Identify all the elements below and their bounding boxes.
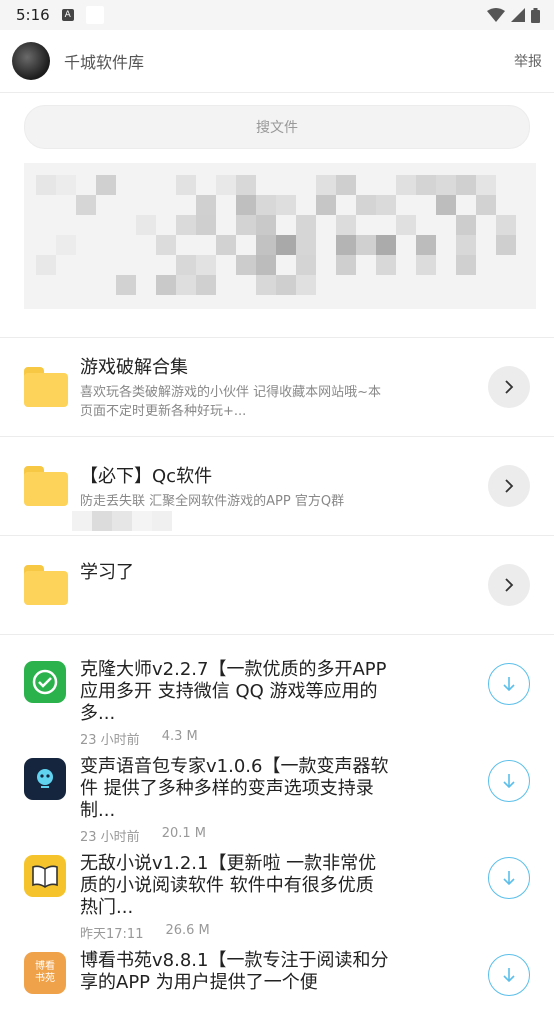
- download-arrow-icon: [503, 677, 515, 692]
- wifi-icon: [487, 8, 505, 22]
- folder-description: 防走丢失联 汇聚全网软件游戏的APP 官方Q群: [80, 493, 345, 509]
- download-arrow-icon: [503, 871, 515, 886]
- download-button[interactable]: [488, 954, 530, 996]
- download-button[interactable]: [488, 857, 530, 899]
- folder-icon: [24, 565, 68, 605]
- signal-icon: [511, 8, 525, 22]
- status-time: 5:16: [16, 6, 50, 24]
- battery-icon: [531, 7, 540, 23]
- notification-placeholder-icon: [85, 6, 104, 24]
- folder-title: 游戏破解合集: [80, 357, 188, 378]
- list-item[interactable]: 无敌小说v1.2.1【更新啦 一款非常优质的小说阅读软件 软件中有很多优质热门.…: [0, 841, 554, 942]
- chevron-right-icon: [505, 479, 514, 493]
- voice-changer-icon: [24, 758, 66, 800]
- redacted-text: [72, 511, 172, 531]
- download-button[interactable]: [488, 663, 530, 705]
- banner-image[interactable]: [24, 163, 536, 309]
- search-input[interactable]: 搜文件: [24, 105, 530, 149]
- folder-icon: [24, 466, 68, 506]
- keyboard-badge-icon: A: [61, 9, 74, 21]
- open-folder-button[interactable]: [488, 366, 530, 408]
- avatar[interactable]: [12, 42, 50, 80]
- header: 千城软件库 举报: [0, 30, 554, 93]
- download-arrow-icon: [503, 774, 515, 789]
- download-arrow-icon: [503, 968, 515, 983]
- app-title: 变声语音包专家v1.0.6【一款变声器软件 提供了多种多样的变声选项支持录制..…: [80, 756, 389, 821]
- app-list: 克隆大师v2.2.7【一款优质的多开APP 应用多开 支持微信 QQ 游戏等应用…: [0, 635, 554, 1035]
- bokan-icon-text: 博看书苑: [35, 961, 55, 984]
- app-title: 克隆大师v2.2.7【一款优质的多开APP 应用多开 支持微信 QQ 游戏等应用…: [80, 659, 387, 724]
- download-button[interactable]: [488, 760, 530, 802]
- folder-item[interactable]: 学习了: [0, 536, 554, 635]
- list-item[interactable]: 博看书苑 博看书苑v8.8.1【一款专注于阅读和分享的APP 为用户提供了一个便: [0, 938, 554, 1035]
- book-icon: [24, 855, 66, 897]
- folder-title: 【必下】Qc软件: [80, 465, 213, 487]
- app-title: 博看书苑v8.8.1【一款专注于阅读和分享的APP 为用户提供了一个便: [80, 950, 389, 993]
- folder-icon: [24, 367, 68, 407]
- app-title: 无敌小说v1.2.1【更新啦 一款非常优质的小说阅读软件 软件中有很多优质热门.…: [80, 853, 377, 918]
- open-folder-button[interactable]: [488, 564, 530, 606]
- page-title: 千城软件库: [64, 53, 145, 72]
- list-item[interactable]: 克隆大师v2.2.7【一款优质的多开APP 应用多开 支持微信 QQ 游戏等应用…: [0, 647, 554, 748]
- folder-item[interactable]: 【必下】Qc软件 防走丢失联 汇聚全网软件游戏的APP 官方Q群: [0, 437, 554, 536]
- list-item[interactable]: 变声语音包专家v1.0.6【一款变声器软件 提供了多种多样的变声选项支持录制..…: [0, 744, 554, 845]
- folder-title: 学习了: [80, 562, 134, 583]
- folder-description: 喜欢玩各类破解游戏的小伙伴 记得收藏本网站哦~本页面不定时更新各种好玩+...: [80, 385, 382, 419]
- open-folder-button[interactable]: [488, 465, 530, 507]
- clone-master-icon: [24, 661, 66, 703]
- report-button[interactable]: 举报: [514, 51, 542, 71]
- folder-item[interactable]: 游戏破解合集 喜欢玩各类破解游戏的小伙伴 记得收藏本网站哦~本页面不定时更新各种…: [0, 338, 554, 437]
- chevron-right-icon: [505, 578, 514, 592]
- chevron-right-icon: [505, 380, 514, 394]
- status-bar: 5:16 A: [0, 0, 554, 30]
- bokan-icon: 博看书苑: [24, 952, 66, 994]
